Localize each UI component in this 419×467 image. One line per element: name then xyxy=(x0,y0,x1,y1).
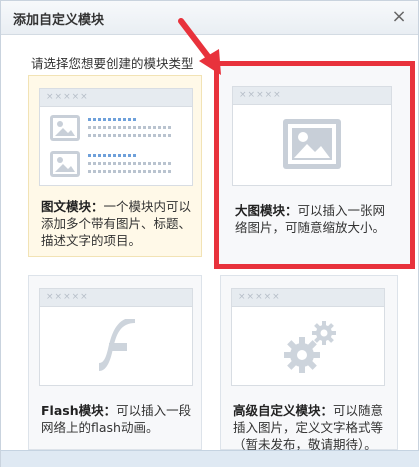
preview-bar: ××××× xyxy=(232,289,384,307)
module-card-flash[interactable]: ××××× Flash模块：可以插入一段网络上的flash动画。 xyxy=(28,275,202,450)
add-custom-module-dialog: 添加自定义模块 × 请选择您想要创建的模块类型 ××××× 图文模块：一个模块内… xyxy=(0,0,419,467)
dialog-footer xyxy=(1,450,419,467)
module-card-large-image[interactable]: ××××× 大图模块：可以插入一张网络图片，可随意缩放大小。 xyxy=(214,61,415,269)
module-preview: ××××× xyxy=(231,288,385,386)
preview-bar: ××××× xyxy=(40,289,192,307)
module-preview: ××××× xyxy=(232,86,392,186)
image-icon xyxy=(283,119,341,169)
module-description: 高级自定义模块：可以随意插入图片，定义文字格式等（暂未发布，敬请期待）。 xyxy=(233,402,393,453)
close-icon[interactable]: × xyxy=(388,6,410,28)
flash-icon xyxy=(95,317,139,377)
module-preview: ××××× xyxy=(39,88,193,186)
module-name: Flash模块： xyxy=(41,403,117,418)
module-card-image-text[interactable]: ××××× 图文模块：一个模块内可以添加多个带有图片、标题、描述文字的项目。 xyxy=(28,75,202,257)
annotation-arrow xyxy=(178,18,221,75)
module-description: 大图模块：可以插入一张网络图片，可随意缩放大小。 xyxy=(235,202,395,236)
image-icon xyxy=(50,151,80,177)
module-description: 图文模块：一个模块内可以添加多个带有图片、标题、描述文字的项目。 xyxy=(41,198,196,249)
gears-icon xyxy=(280,317,342,379)
module-name: 图文模块： xyxy=(41,199,104,214)
preview-bar: ××××× xyxy=(233,87,391,105)
preview-bar: ××××× xyxy=(40,89,192,107)
module-name: 大图模块： xyxy=(235,203,298,218)
module-name: 高级自定义模块： xyxy=(233,403,334,418)
image-text-icon xyxy=(50,115,80,141)
dialog-title: 添加自定义模块 xyxy=(13,13,105,28)
module-preview: ××××× xyxy=(39,288,193,386)
module-card-advanced-custom[interactable]: ××××× 高级自定义模块：可以随意插入图片，定义文字格式等（暂未发布，敬请期待… xyxy=(220,275,398,453)
module-description: Flash模块：可以插入一段网络上的flash动画。 xyxy=(41,402,196,436)
